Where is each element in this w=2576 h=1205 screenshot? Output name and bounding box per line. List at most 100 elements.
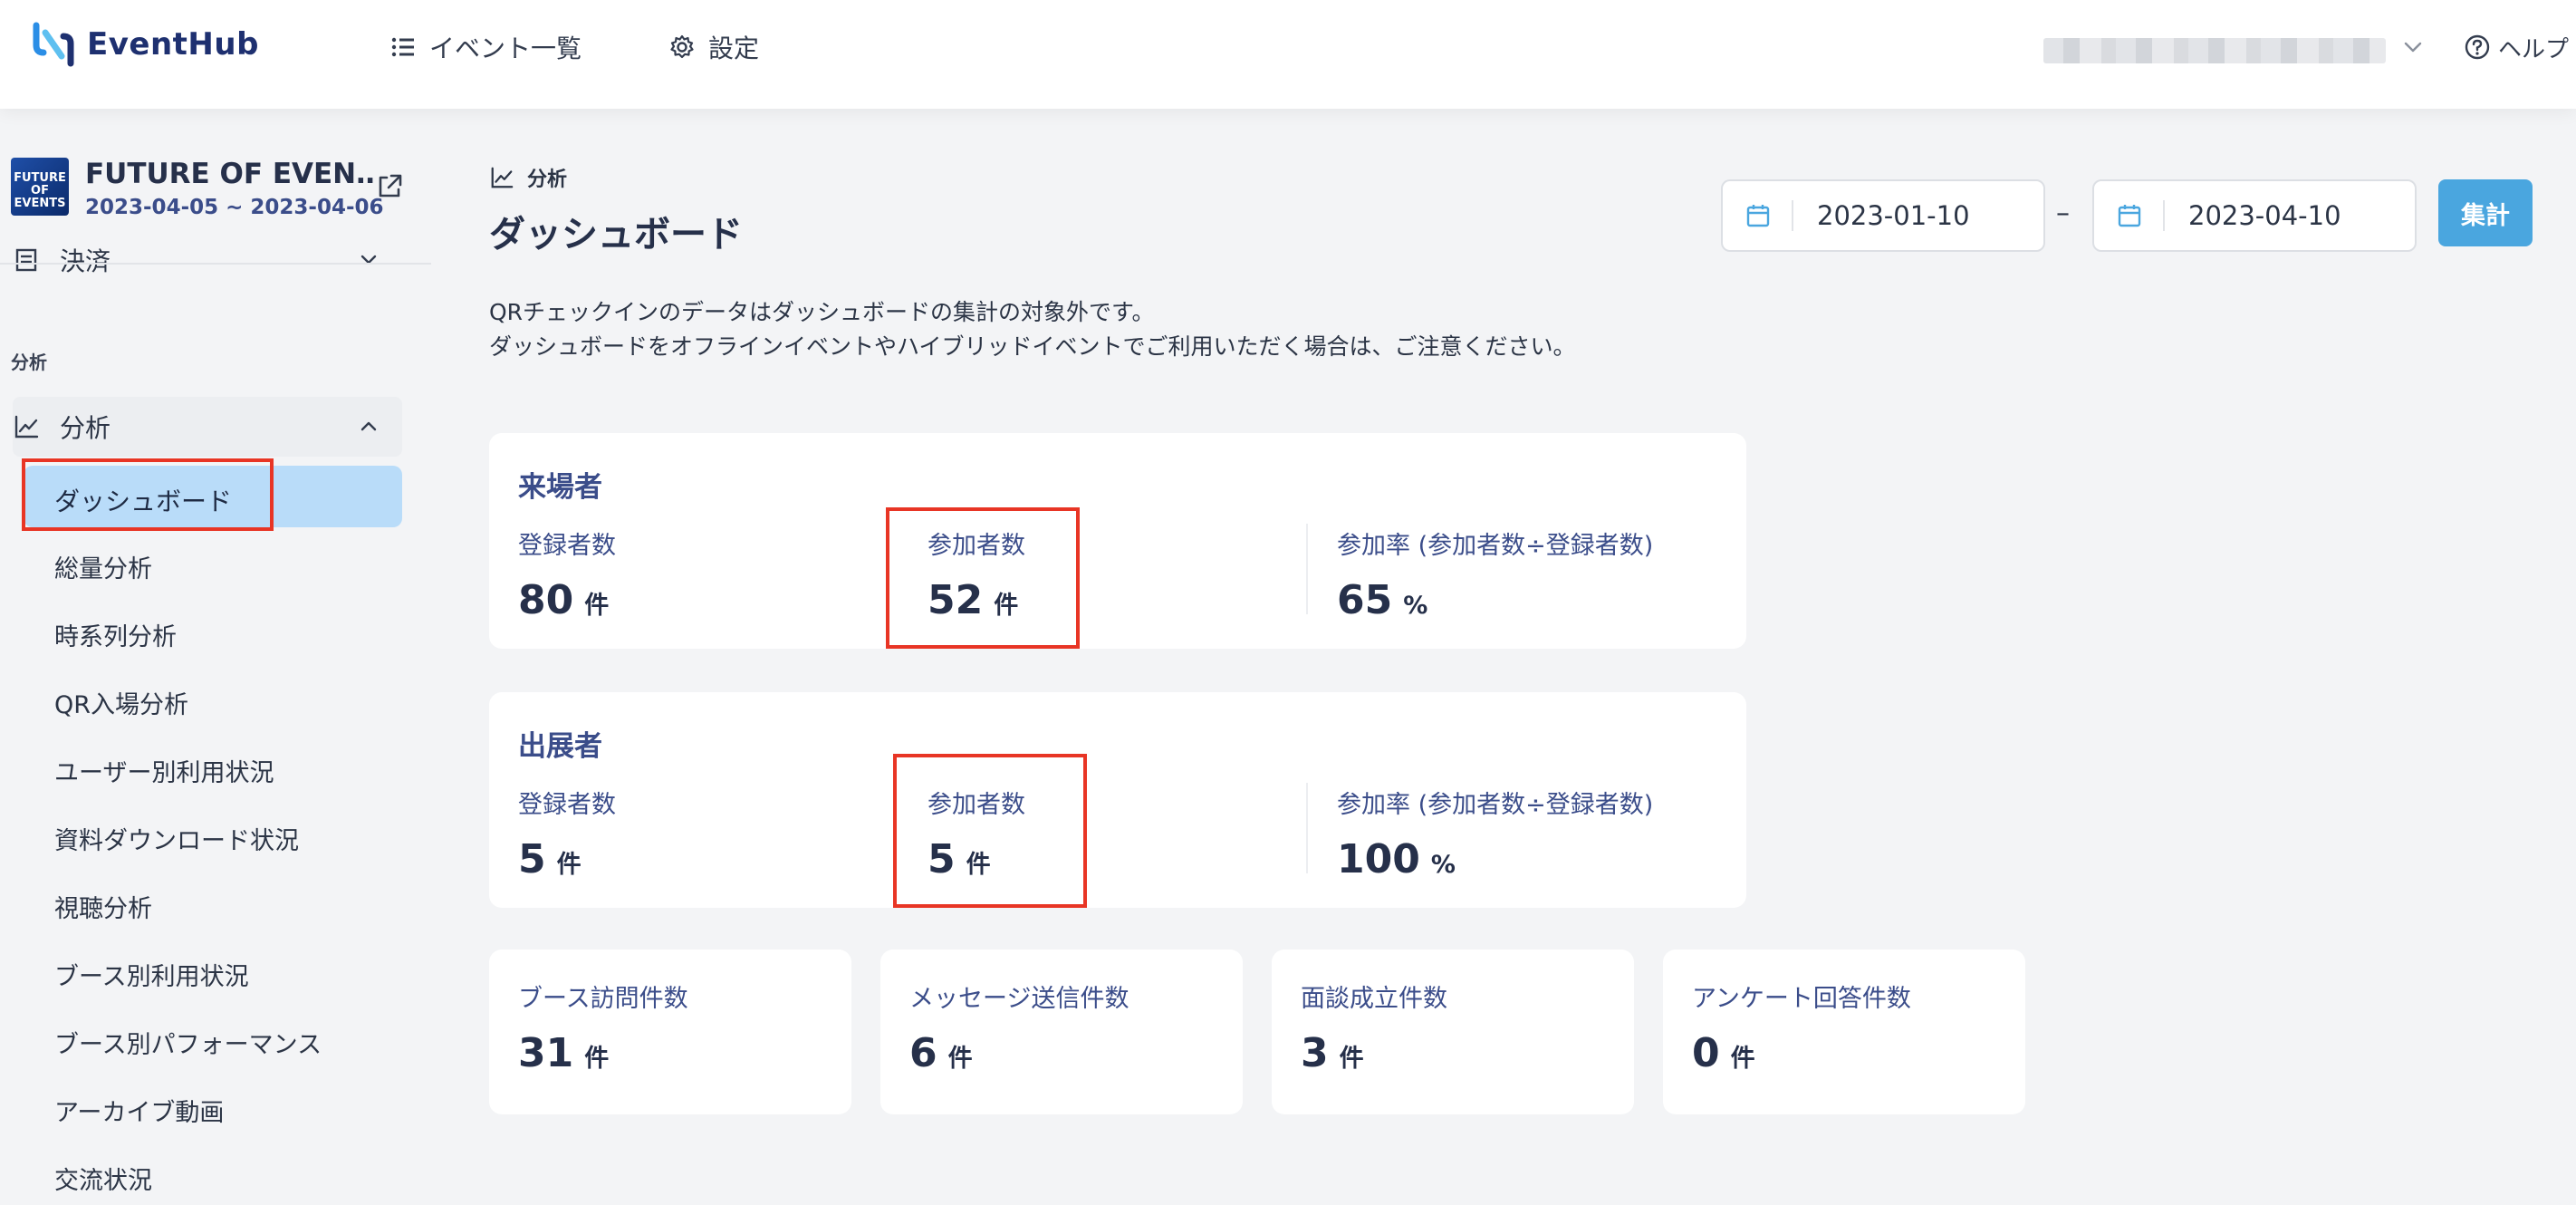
start-date-value: 2023-01-10 (1817, 200, 1970, 231)
highlight-box-visitors-participants (886, 507, 1080, 649)
sidebar-item-user-usage[interactable]: ユーザー別利用状況 (54, 753, 274, 788)
metric-value: 6件 (909, 1030, 1129, 1076)
sidebar-item-document-downloads[interactable]: 資料ダウンロード状況 (54, 821, 299, 856)
sidebar-group-analysis[interactable]: 分析 (13, 397, 402, 457)
metric-unit: % (1403, 592, 1428, 620)
stat-metric: ブース訪問件数 31 件 (518, 978, 688, 1076)
sidebar: FUTURE OF EVENTS FUTURE OF EVEN… 2023-04… (0, 109, 431, 1205)
sidebar-item-payment-label: 決済 (60, 246, 111, 276)
metric-label: 登録者数 (518, 532, 616, 560)
sidebar-item-booth-performance[interactable]: ブース別パフォーマンス (54, 1025, 322, 1060)
help-link[interactable]: ヘルプ (2464, 27, 2569, 67)
nav-settings[interactable]: 設定 (668, 27, 759, 67)
metric-value: 31 件 (518, 1030, 688, 1076)
user-account-name[interactable] (2043, 38, 2386, 63)
metric-label: ブース訪問件数 (518, 985, 688, 1013)
sidebar-item-payment[interactable]: 決済 (13, 245, 402, 277)
list-icon (391, 37, 414, 57)
chevron-up-icon (360, 421, 377, 431)
metric-unit: 件 (1339, 1045, 1364, 1073)
notice-line-1: QRチェックインのデータはダッシュボードの集計の対象外です。 (489, 299, 1155, 325)
chart-line-icon (491, 167, 514, 188)
current-event: FUTURE OF EVENTS FUTURE OF EVEN… 2023-04… (11, 158, 431, 257)
start-date-input[interactable]: 2023-01-10 (1721, 179, 2045, 252)
metric-unit: 件 (584, 1045, 610, 1073)
visitors-rate-metric: 参加率 (参加者数÷登録者数) 65% (1337, 525, 1653, 623)
event-dates: 2023-04-05 ~ 2023-04-06 (85, 196, 384, 219)
stat-card-messages-sent: メッセージ送信件数 6件 (880, 950, 1243, 1114)
stat-metric: メッセージ送信件数 6件 (909, 978, 1129, 1076)
metric-unit: 件 (1730, 1045, 1755, 1073)
metric-number: 6 (909, 1030, 937, 1076)
breadcrumb: 分析 (489, 163, 567, 192)
eventhub-logo-icon (33, 22, 74, 67)
receipt-icon (15, 248, 37, 272)
exhibitors-card-title: 出展者 (518, 730, 602, 763)
sidebar-item-viewing-analysis[interactable]: 視聴分析 (54, 889, 152, 924)
nav-event-list-label: イベント一覧 (429, 34, 582, 63)
chart-line-icon (14, 415, 39, 439)
highlight-box-exhibitors-participants (893, 754, 1087, 908)
event-thumbnail: FUTURE OF EVENTS (11, 158, 69, 216)
metric-unit: 件 (947, 1045, 973, 1073)
metric-divider (1306, 524, 1308, 614)
end-date-value: 2023-04-10 (2188, 200, 2341, 231)
notice-line-2: ダッシュボードをオフラインイベントやハイブリッドイベントでご利用いただく場合は、… (489, 333, 1576, 360)
stat-card-meetings: 面談成立件数 3件 (1272, 950, 1634, 1114)
exhibitors-card: 出展者 登録者数 5件 参加者数 5件 参加率 (参加者数÷登録者数) 100% (489, 692, 1746, 908)
metric-label: メッセージ送信件数 (909, 985, 1129, 1013)
metric-value: 100% (1337, 836, 1653, 882)
notice-text: QRチェックインのデータはダッシュボードの集計の対象外です。 ダッシュボードをオ… (489, 295, 1576, 364)
metric-label: 登録者数 (518, 791, 616, 819)
eventhub-logo[interactable]: EventHub (31, 20, 259, 69)
sidebar-item-networking-status[interactable]: 交流状況 (54, 1161, 152, 1196)
end-date-input[interactable]: 2023-04-10 (2092, 179, 2417, 252)
calendar-icon (1746, 205, 1770, 227)
external-link-icon[interactable] (373, 170, 406, 203)
metric-value: 3件 (1301, 1030, 1447, 1076)
aggregate-button[interactable]: 集計 (2438, 179, 2533, 246)
chevron-down-icon[interactable] (2400, 34, 2426, 60)
calendar-icon (2118, 205, 2141, 227)
nav-settings-label: 設定 (708, 34, 760, 63)
stat-card-booth-visits: ブース訪問件数 31 件 (489, 950, 851, 1114)
exhibitors-rate-metric: 参加率 (参加者数÷登録者数) 100% (1337, 785, 1653, 882)
metric-number: 5 (518, 836, 546, 882)
help-circle-icon (2465, 34, 2490, 60)
metric-number: 100 (1337, 836, 1420, 882)
metric-label: 参加率 (参加者数÷登録者数) (1337, 532, 1654, 560)
help-label: ヘルプ (2498, 35, 2570, 63)
sidebar-item-archive-videos[interactable]: アーカイブ動画 (54, 1093, 224, 1128)
page-title: ダッシュボード (489, 214, 743, 255)
metric-value: 80 件 (518, 577, 616, 623)
sidebar-item-qr-entry-analysis[interactable]: QR入場分析 (54, 685, 188, 720)
top-header: EventHub イベント一覧 設定 ヘルプ (0, 0, 2576, 109)
stat-metric: アンケート回答件数 0件 (1692, 978, 1911, 1076)
event-title: FUTURE OF EVEN… (85, 158, 375, 190)
metric-unit: 件 (556, 851, 582, 879)
nav-event-list[interactable]: イベント一覧 (389, 27, 582, 67)
metric-value: 65% (1337, 577, 1653, 623)
sidebar-divider (0, 263, 431, 265)
input-separator (2163, 200, 2165, 231)
sidebar-group-analysis-label: 分析 (60, 413, 111, 443)
sidebar-section-label: 分析 (11, 352, 47, 373)
metric-value: 0件 (1692, 1030, 1911, 1076)
metric-unit: 件 (584, 592, 610, 620)
breadcrumb-label: 分析 (527, 169, 568, 191)
metric-divider (1306, 783, 1308, 873)
sidebar-item-booth-usage[interactable]: ブース別利用状況 (54, 957, 249, 992)
sidebar-item-volume-analysis[interactable]: 総量分析 (54, 549, 152, 584)
sidebar-item-time-series-analysis[interactable]: 時系列分析 (54, 617, 177, 652)
date-range-dash: – (2056, 198, 2070, 229)
metric-label: 面談成立件数 (1301, 985, 1447, 1013)
metric-number: 80 (518, 577, 574, 623)
highlight-box-dashboard (22, 458, 274, 531)
metric-label: アンケート回答件数 (1692, 985, 1911, 1013)
metric-number: 65 (1337, 577, 1393, 623)
visitors-registered-metric: 登録者数 80 件 (518, 525, 616, 623)
exhibitors-registered-metric: 登録者数 5件 (518, 785, 616, 882)
chevron-down-icon (360, 255, 377, 265)
metric-label: 参加率 (参加者数÷登録者数) (1337, 791, 1654, 819)
stat-metric: 面談成立件数 3件 (1301, 978, 1447, 1076)
